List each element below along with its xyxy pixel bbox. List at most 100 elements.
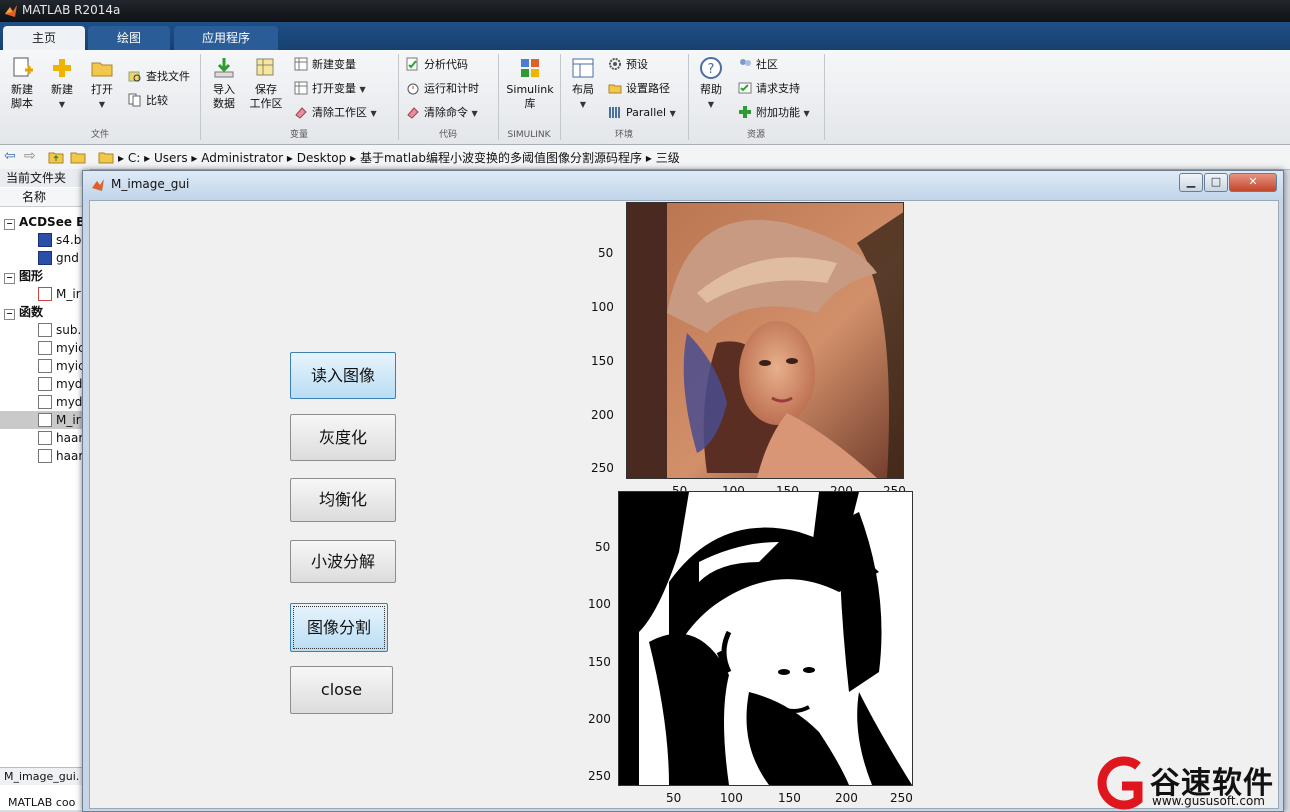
equalize-button[interactable]: 均衡化 — [290, 478, 396, 522]
read-image-button[interactable]: 读入图像 — [290, 352, 396, 399]
gear-icon — [609, 58, 621, 70]
import-data-button[interactable]: 导入 数据 — [206, 56, 242, 111]
breadcrumb-item[interactable]: Desktop — [297, 151, 347, 165]
support-icon — [738, 82, 752, 94]
close-window-button[interactable]: ✕ — [1229, 173, 1277, 192]
list-item[interactable]: myd — [0, 375, 90, 393]
add-ons-button[interactable]: 附加功能 ▼ — [738, 104, 810, 122]
app-title: MATLAB R2014a — [22, 3, 121, 17]
layout-icon — [572, 58, 594, 78]
set-path-button[interactable]: 设置路径 — [608, 80, 670, 98]
gusu-logo-icon — [1097, 756, 1143, 810]
collapse-icon[interactable]: − — [4, 219, 15, 230]
wavelet-decompose-button[interactable]: 小波分解 — [290, 540, 396, 583]
breadcrumb-sep-icon: ▸ — [118, 151, 125, 165]
close-button[interactable]: close — [290, 666, 393, 714]
preferences-button[interactable]: 预设 — [608, 56, 648, 74]
parallel-caret-icon: ▼ — [669, 109, 676, 118]
new-script-button[interactable]: 新建 脚本 — [4, 56, 40, 111]
breadcrumb-item[interactable]: C: — [128, 151, 140, 165]
grayscale-button[interactable]: 灰度化 — [290, 414, 396, 461]
layout-caret-icon: ▼ — [579, 100, 587, 109]
list-item[interactable]: s4.b — [0, 231, 90, 249]
ytick-label: 50 — [595, 540, 611, 554]
layout-label: 布局 — [572, 83, 594, 96]
original-image-axes — [626, 202, 904, 479]
plus-icon — [53, 59, 71, 77]
layout-button[interactable]: 布局 ▼ — [566, 56, 600, 112]
breadcrumb-item[interactable]: Users — [154, 151, 188, 165]
help-button[interactable]: ? 帮助 ▼ — [694, 56, 728, 112]
folder-open-icon — [91, 62, 113, 77]
list-item[interactable]: myd — [0, 393, 90, 411]
list-item[interactable]: M_ir — [0, 285, 90, 303]
breadcrumb-sep-icon: ▸ — [191, 151, 198, 165]
list-item[interactable]: sub. — [0, 321, 90, 339]
bmp-file-icon — [38, 233, 52, 247]
list-item[interactable]: gnd — [0, 249, 90, 267]
parallel-button[interactable]: Parallel ▼ — [608, 104, 676, 122]
new-script-label: 新建 脚本 — [11, 83, 33, 110]
add-ons-caret-icon: ▼ — [803, 109, 810, 118]
xtick-label: 50 — [666, 791, 682, 805]
collapse-icon[interactable]: − — [4, 309, 15, 320]
run-and-time-button[interactable]: 运行和计时 — [406, 80, 479, 98]
help-icon: ? — [700, 57, 722, 79]
browse-folder-icon[interactable] — [70, 150, 86, 164]
group-resources-label: 资源 — [746, 130, 765, 140]
clear-workspace-label: 清除工作区 — [312, 106, 367, 119]
name-column-header[interactable]: 名称 — [0, 188, 90, 207]
tab-apps[interactable]: 应用程序 — [174, 26, 278, 50]
request-support-button[interactable]: 请求支持 — [738, 80, 800, 98]
simulink-library-button[interactable]: Simulink 库 — [504, 56, 556, 111]
open-button[interactable]: 打开 ▼ — [84, 56, 120, 112]
matlab-figure-icon — [92, 179, 104, 191]
ytick-label: 100 — [591, 300, 614, 314]
segmented-binary-image — [619, 492, 912, 785]
file-name: gnd — [56, 251, 79, 265]
new-variable-button[interactable]: 新建变量 — [294, 56, 356, 74]
back-arrow-icon[interactable]: ⇦ — [4, 148, 16, 164]
tab-home[interactable]: 主页 — [3, 26, 85, 50]
list-item-selected[interactable]: M_ir — [0, 411, 90, 429]
group-label: 函数 — [19, 305, 44, 319]
minimize-icon: ▁ — [1186, 175, 1196, 188]
forward-arrow-icon[interactable]: ⇨ — [24, 148, 36, 164]
breadcrumb-item[interactable]: 基于matlab编程小波变换的多阈值图像分割源码程序 — [360, 151, 642, 165]
clear-workspace-button[interactable]: 清除工作区 ▼ — [294, 104, 377, 122]
up-folder-icon[interactable] — [48, 150, 64, 164]
community-button[interactable]: 社区 — [738, 56, 778, 74]
m-file-icon — [38, 413, 52, 427]
segment-image-button[interactable]: 图像分割 — [290, 603, 388, 652]
clear-commands-button[interactable]: 清除命令 ▼ — [406, 104, 478, 122]
find-files-button[interactable]: 查找文件 — [128, 68, 190, 86]
group-acdsee[interactable]: − ACDSee BI — [0, 213, 90, 231]
tab-plots[interactable]: 绘图 — [88, 26, 170, 50]
list-item[interactable]: myic — [0, 339, 90, 357]
maximize-button[interactable]: □ — [1204, 173, 1228, 192]
matlab-logo-icon — [5, 5, 17, 17]
group-file-label: 文件 — [90, 130, 109, 140]
m-file-icon — [38, 341, 52, 355]
collapse-icon[interactable]: − — [4, 273, 15, 284]
open-variable-button[interactable]: 打开变量 ▼ — [294, 80, 366, 98]
clear-workspace-caret-icon: ▼ — [370, 109, 377, 118]
list-item[interactable]: haar — [0, 429, 90, 447]
parallel-icon — [609, 107, 620, 118]
ytick-label: 150 — [591, 354, 614, 368]
maximize-icon: □ — [1210, 175, 1222, 188]
save-workspace-button[interactable]: 保存 工作区 — [246, 56, 286, 111]
minimize-button[interactable]: ▁ — [1179, 173, 1203, 192]
original-color-image — [627, 203, 903, 478]
new-button[interactable]: 新建 ▼ — [44, 56, 80, 112]
group-figures[interactable]: − 图形 — [0, 267, 90, 285]
ytick-label: 50 — [598, 246, 614, 260]
group-functions[interactable]: − 函数 — [0, 303, 90, 321]
breadcrumb-item[interactable]: 三级 — [656, 151, 680, 165]
analyze-code-button[interactable]: 分析代码 — [406, 56, 468, 74]
compare-button[interactable]: 比较 — [128, 92, 168, 110]
list-item[interactable]: haar — [0, 447, 90, 465]
breadcrumb-item[interactable]: Administrator — [201, 151, 283, 165]
address-bar: ⇦ ⇨ ▸ C: ▸ Users ▸ Administrator ▸ Deskt… — [0, 145, 1290, 170]
list-item[interactable]: myic — [0, 357, 90, 375]
